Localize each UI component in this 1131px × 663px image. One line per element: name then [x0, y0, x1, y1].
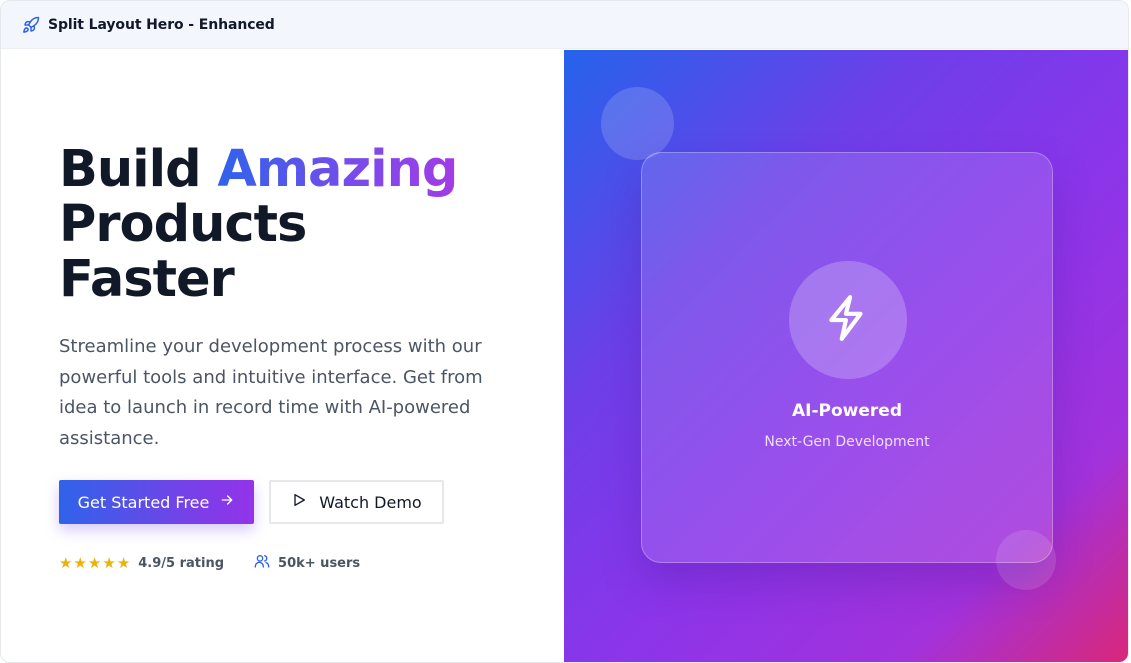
get-started-button[interactable]: Get Started Free	[59, 480, 254, 524]
headline-word-build: Build	[59, 140, 202, 199]
users-count: 50k+ users	[254, 553, 360, 573]
hero-headline: Build Amazing Products Faster	[59, 140, 458, 309]
feature-subtitle: Next-Gen Development	[764, 434, 930, 450]
social-proof: ★ ★ ★ ★ ★ 4.9/5 rating 50k+ users	[59, 553, 360, 573]
feature-icon-circle	[789, 261, 907, 379]
headline-word-products: Products	[59, 195, 307, 254]
hero-description: Streamline your development process with…	[59, 336, 483, 449]
arrow-right-icon	[219, 492, 235, 512]
star-icon: ★	[116, 553, 131, 572]
headline-word-faster: Faster	[59, 250, 235, 309]
star-icon: ★	[102, 553, 116, 572]
users-icon	[254, 553, 270, 573]
star-icon: ★	[73, 553, 87, 572]
rating-stars: ★ ★ ★ ★ ★	[59, 553, 131, 572]
rocket-icon	[22, 16, 40, 34]
headline-highlight: Amazing	[217, 140, 458, 199]
star-icon: ★	[87, 553, 102, 572]
decorative-circle	[601, 87, 674, 160]
window-title: Split Layout Hero - Enhanced	[48, 16, 275, 33]
watch-demo-button[interactable]: Watch Demo	[269, 480, 444, 524]
star-icon: ★	[59, 553, 73, 572]
decorative-circle	[996, 530, 1056, 590]
title-bar: Split Layout Hero - Enhanced	[1, 1, 1128, 49]
play-icon	[291, 492, 307, 512]
feature-card: AI-Powered Next-Gen Development	[641, 152, 1053, 563]
watch-demo-label: Watch Demo	[319, 492, 422, 512]
rating-text: 4.9/5 rating	[138, 555, 225, 571]
feature-title: AI-Powered	[792, 401, 902, 421]
hero-visual: AI-Powered Next-Gen Development	[564, 50, 1128, 662]
app-window: Split Layout Hero - Enhanced Build Amazi…	[0, 0, 1129, 663]
lightning-icon	[823, 290, 873, 350]
hero-content: Build Amazing Products Faster Streamline…	[1, 50, 564, 662]
get-started-label: Get Started Free	[77, 492, 210, 512]
users-text: 50k+ users	[278, 555, 361, 571]
